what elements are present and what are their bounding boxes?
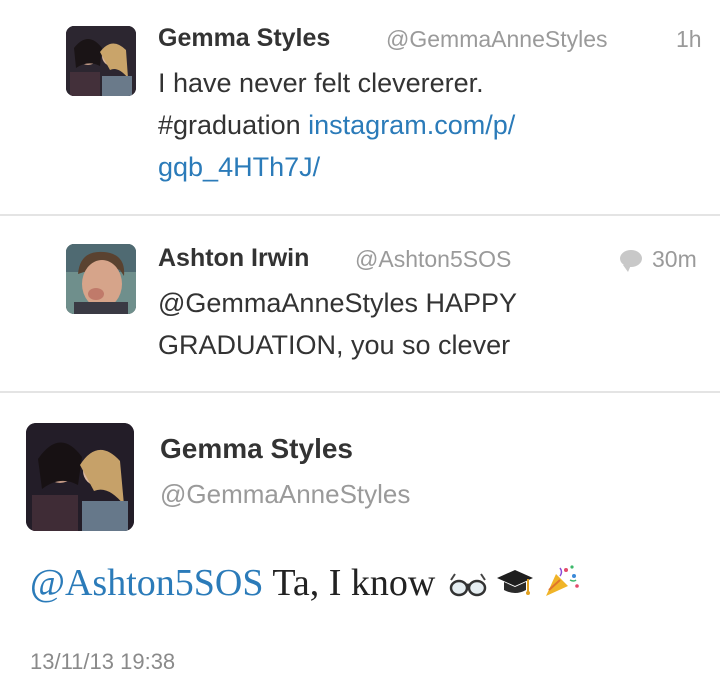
tweet-text-body: Ta, I know	[272, 562, 436, 604]
tweet-text-line: GRADUATION, you so clever	[158, 330, 511, 360]
tweet-gemma-reply-detail[interactable]: Gemma Styles @GemmaAnneStyles @Ashton5SO…	[0, 393, 720, 690]
author-handle[interactable]: @GemmaAnneStyles	[386, 26, 608, 53]
tweet-ashton-reply[interactable]: Ashton Irwin @Ashton5SOS 30m @GemmaAnneS…	[0, 216, 720, 391]
instagram-link-continued[interactable]: gqb_4HTh7J/	[158, 152, 320, 183]
mention-link[interactable]: @Ashton5SOS	[30, 562, 264, 604]
instagram-link[interactable]: instagram.com/p/	[308, 110, 515, 140]
tweet-age: 1h	[676, 26, 702, 52]
graduation-cap-icon	[496, 564, 534, 608]
tweet-text-line: @GemmaAnneStyles HAPPY	[158, 288, 517, 319]
tweet-timestamp: 13/11/13 19:38	[30, 649, 176, 674]
author-handle[interactable]: @GemmaAnneStyles	[160, 479, 410, 510]
avatar-gemma[interactable]	[66, 26, 136, 96]
hashtag-link[interactable]: #graduation	[158, 110, 301, 140]
tweet-text: @GemmaAnneStyles HAPPY	[158, 288, 518, 318]
author-name[interactable]: Ashton Irwin	[158, 244, 309, 273]
author-name[interactable]: Gemma Styles	[158, 24, 330, 53]
party-popper-icon	[544, 564, 580, 608]
tweet-age: 30m	[652, 246, 697, 272]
tweet-text-line: I have never felt clevererer.	[158, 68, 484, 98]
author-name[interactable]: Gemma Styles	[160, 433, 353, 465]
tweet-gemma-graduation[interactable]: Gemma Styles @GemmaAnneStyles 1h I have …	[0, 0, 720, 214]
tweet-text-line: #graduation instagram.com/p/	[158, 110, 515, 141]
glasses-icon	[449, 564, 487, 608]
author-handle[interactable]: @Ashton5SOS	[355, 246, 511, 273]
avatar-gemma[interactable]	[26, 423, 134, 531]
reply-bubble-icon	[620, 250, 642, 272]
tweet-text: @Ashton5SOS Ta, I know	[30, 561, 580, 608]
avatar-ashton[interactable]	[66, 244, 136, 314]
